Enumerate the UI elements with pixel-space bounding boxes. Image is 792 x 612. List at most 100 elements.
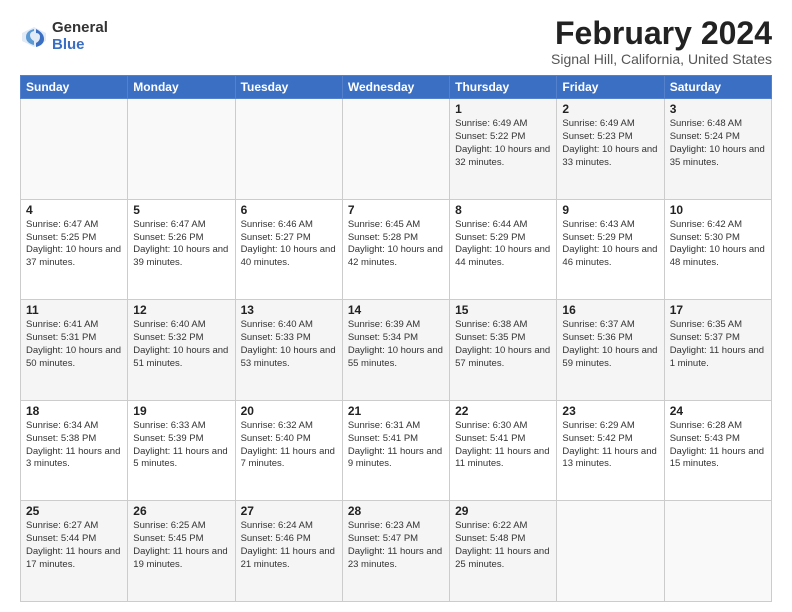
day-cell: 10 Sunrise: 6:42 AM Sunset: 5:30 PM Dayli…	[664, 199, 771, 300]
day-number: 27	[241, 504, 337, 518]
day-cell: 9 Sunrise: 6:43 AM Sunset: 5:29 PM Daylig…	[557, 199, 664, 300]
day-number: 7	[348, 203, 444, 217]
day-header: Friday	[557, 76, 664, 99]
day-cell: 3 Sunrise: 6:48 AM Sunset: 5:24 PM Daylig…	[664, 99, 771, 200]
day-number: 3	[670, 102, 766, 116]
day-number: 23	[562, 404, 658, 418]
day-number: 25	[26, 504, 122, 518]
day-header: Monday	[128, 76, 235, 99]
day-cell: 28 Sunrise: 6:23 AM Sunset: 5:47 PM Dayli…	[342, 501, 449, 602]
week-row: 18 Sunrise: 6:34 AM Sunset: 5:38 PM Dayli…	[21, 400, 772, 501]
day-number: 28	[348, 504, 444, 518]
day-detail: Sunrise: 6:41 AM Sunset: 5:31 PM Dayligh…	[26, 319, 122, 370]
day-detail: Sunrise: 6:44 AM Sunset: 5:29 PM Dayligh…	[455, 219, 551, 270]
day-detail: Sunrise: 6:46 AM Sunset: 5:27 PM Dayligh…	[241, 219, 337, 270]
logo-blue: Blue	[52, 37, 108, 54]
logo-text: General Blue	[52, 20, 108, 53]
day-number: 2	[562, 102, 658, 116]
day-detail: Sunrise: 6:25 AM Sunset: 5:45 PM Dayligh…	[133, 520, 229, 571]
day-number: 19	[133, 404, 229, 418]
week-row: 4 Sunrise: 6:47 AM Sunset: 5:25 PM Daylig…	[21, 199, 772, 300]
day-number: 11	[26, 303, 122, 317]
day-number: 17	[670, 303, 766, 317]
day-number: 14	[348, 303, 444, 317]
day-detail: Sunrise: 6:32 AM Sunset: 5:40 PM Dayligh…	[241, 420, 337, 471]
header: General Blue February 2024 Signal Hill, …	[20, 16, 772, 67]
day-cell: 1Sunrise: 6:49 AM Sunset: 5:22 PM Daylig…	[450, 99, 557, 200]
day-detail: Sunrise: 6:30 AM Sunset: 5:41 PM Dayligh…	[455, 420, 551, 471]
logo: General Blue	[20, 20, 108, 53]
day-cell: 21 Sunrise: 6:31 AM Sunset: 5:41 PM Dayli…	[342, 400, 449, 501]
day-header: Saturday	[664, 76, 771, 99]
day-cell: 15Sunrise: 6:38 AM Sunset: 5:35 PM Dayli…	[450, 300, 557, 401]
day-detail: Sunrise: 6:39 AM Sunset: 5:34 PM Dayligh…	[348, 319, 444, 370]
day-cell: 5Sunrise: 6:47 AM Sunset: 5:26 PM Daylig…	[128, 199, 235, 300]
day-detail: Sunrise: 6:43 AM Sunset: 5:29 PM Dayligh…	[562, 219, 658, 270]
week-row: 25 Sunrise: 6:27 AM Sunset: 5:44 PM Dayli…	[21, 501, 772, 602]
day-number: 26	[133, 504, 229, 518]
day-number: 9	[562, 203, 658, 217]
day-number: 5	[133, 203, 229, 217]
day-number: 12	[133, 303, 229, 317]
day-detail: Sunrise: 6:48 AM Sunset: 5:24 PM Dayligh…	[670, 118, 766, 169]
day-detail: Sunrise: 6:24 AM Sunset: 5:46 PM Dayligh…	[241, 520, 337, 571]
day-detail: Sunrise: 6:34 AM Sunset: 5:38 PM Dayligh…	[26, 420, 122, 471]
day-number: 29	[455, 504, 551, 518]
header-row: SundayMondayTuesdayWednesdayThursdayFrid…	[21, 76, 772, 99]
day-detail: Sunrise: 6:31 AM Sunset: 5:41 PM Dayligh…	[348, 420, 444, 471]
day-detail: Sunrise: 6:49 AM Sunset: 5:23 PM Dayligh…	[562, 118, 658, 169]
day-number: 20	[241, 404, 337, 418]
logo-icon	[20, 23, 48, 51]
calendar: SundayMondayTuesdayWednesdayThursdayFrid…	[20, 75, 772, 602]
day-detail: Sunrise: 6:23 AM Sunset: 5:47 PM Dayligh…	[348, 520, 444, 571]
day-detail: Sunrise: 6:28 AM Sunset: 5:43 PM Dayligh…	[670, 420, 766, 471]
day-detail: Sunrise: 6:29 AM Sunset: 5:42 PM Dayligh…	[562, 420, 658, 471]
day-cell: 26 Sunrise: 6:25 AM Sunset: 5:45 PM Dayli…	[128, 501, 235, 602]
day-number: 13	[241, 303, 337, 317]
day-cell	[128, 99, 235, 200]
day-cell	[557, 501, 664, 602]
day-cell: 18 Sunrise: 6:34 AM Sunset: 5:38 PM Dayli…	[21, 400, 128, 501]
day-detail: Sunrise: 6:27 AM Sunset: 5:44 PM Dayligh…	[26, 520, 122, 571]
day-header: Thursday	[450, 76, 557, 99]
day-cell: 16Sunrise: 6:37 AM Sunset: 5:36 PM Dayli…	[557, 300, 664, 401]
day-cell	[664, 501, 771, 602]
day-detail: Sunrise: 6:40 AM Sunset: 5:32 PM Dayligh…	[133, 319, 229, 370]
title-block: February 2024 Signal Hill, California, U…	[551, 16, 772, 67]
week-row: 11 Sunrise: 6:41 AM Sunset: 5:31 PM Dayli…	[21, 300, 772, 401]
day-detail: Sunrise: 6:22 AM Sunset: 5:48 PM Dayligh…	[455, 520, 551, 571]
day-number: 8	[455, 203, 551, 217]
day-number: 21	[348, 404, 444, 418]
day-cell: 6 Sunrise: 6:46 AM Sunset: 5:27 PM Daylig…	[235, 199, 342, 300]
day-detail: Sunrise: 6:37 AM Sunset: 5:36 PM Dayligh…	[562, 319, 658, 370]
day-number: 15	[455, 303, 551, 317]
day-cell: 27 Sunrise: 6:24 AM Sunset: 5:46 PM Dayli…	[235, 501, 342, 602]
day-cell: 25 Sunrise: 6:27 AM Sunset: 5:44 PM Dayli…	[21, 501, 128, 602]
day-number: 22	[455, 404, 551, 418]
day-detail: Sunrise: 6:40 AM Sunset: 5:33 PM Dayligh…	[241, 319, 337, 370]
day-detail: Sunrise: 6:45 AM Sunset: 5:28 PM Dayligh…	[348, 219, 444, 270]
day-header: Wednesday	[342, 76, 449, 99]
day-number: 24	[670, 404, 766, 418]
day-cell: 22 Sunrise: 6:30 AM Sunset: 5:41 PM Dayli…	[450, 400, 557, 501]
day-detail: Sunrise: 6:47 AM Sunset: 5:25 PM Dayligh…	[26, 219, 122, 270]
logo-general: General	[52, 20, 108, 37]
day-number: 6	[241, 203, 337, 217]
day-cell: 2 Sunrise: 6:49 AM Sunset: 5:23 PM Daylig…	[557, 99, 664, 200]
day-cell	[21, 99, 128, 200]
day-cell: 17Sunrise: 6:35 AM Sunset: 5:37 PM Dayli…	[664, 300, 771, 401]
day-cell: 8 Sunrise: 6:44 AM Sunset: 5:29 PM Daylig…	[450, 199, 557, 300]
day-cell	[342, 99, 449, 200]
day-number: 4	[26, 203, 122, 217]
day-detail: Sunrise: 6:33 AM Sunset: 5:39 PM Dayligh…	[133, 420, 229, 471]
day-header: Sunday	[21, 76, 128, 99]
day-cell: 19 Sunrise: 6:33 AM Sunset: 5:39 PM Dayli…	[128, 400, 235, 501]
day-number: 18	[26, 404, 122, 418]
week-row: 1Sunrise: 6:49 AM Sunset: 5:22 PM Daylig…	[21, 99, 772, 200]
day-detail: Sunrise: 6:42 AM Sunset: 5:30 PM Dayligh…	[670, 219, 766, 270]
day-number: 1	[455, 102, 551, 116]
day-number: 10	[670, 203, 766, 217]
day-cell: 14 Sunrise: 6:39 AM Sunset: 5:34 PM Dayli…	[342, 300, 449, 401]
month-title: February 2024	[551, 16, 772, 51]
day-header: Tuesday	[235, 76, 342, 99]
